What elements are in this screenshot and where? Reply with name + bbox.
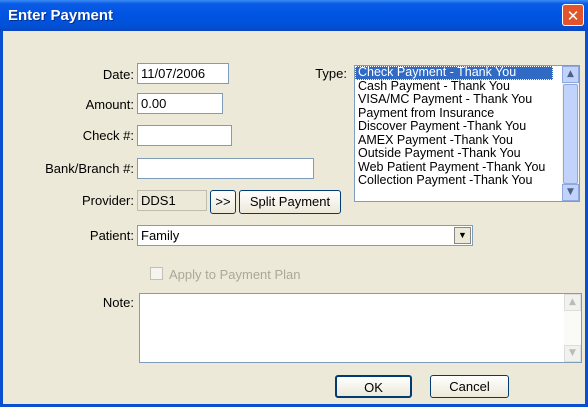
type-list-item[interactable]: VISA/MC Payment - Thank You [355, 93, 553, 107]
apply-plan-label: Apply to Payment Plan [169, 267, 301, 282]
type-label: Type: [315, 66, 347, 81]
type-list-item[interactable]: Discover Payment -Thank You [355, 120, 553, 134]
type-list-item[interactable]: Check Payment - Thank You [355, 66, 553, 80]
note-label: Note: [102, 295, 134, 310]
provider-label: Provider: [81, 193, 134, 208]
patient-value: Family [141, 228, 180, 243]
amount-label: Amount: [85, 97, 134, 112]
type-list-item[interactable]: Payment from Insurance [355, 107, 553, 121]
type-list-item[interactable]: Collection Payment -Thank You [355, 174, 553, 188]
bank-branch-label: Bank/Branch #: [45, 161, 134, 176]
provider-select-button[interactable]: >> [210, 190, 236, 214]
check-number-label: Check #: [82, 128, 134, 143]
type-list-items: Check Payment - Thank You Cash Payment - … [355, 66, 579, 188]
arrow-down-icon[interactable]: ▼ [564, 345, 581, 362]
patient-label: Patient: [89, 228, 134, 243]
scrollbar-thumb[interactable] [563, 84, 578, 184]
arrow-up-icon[interactable]: ▲ [562, 66, 579, 83]
type-list-item[interactable]: Outside Payment -Thank You [355, 147, 553, 161]
type-list-item[interactable]: Web Patient Payment -Thank You [355, 161, 553, 175]
date-label: Date: [102, 67, 134, 82]
date-field[interactable]: 11/07/2006 [137, 63, 229, 84]
note-scrollbar[interactable]: ▲ ▼ [564, 294, 581, 362]
check-number-field[interactable] [137, 125, 232, 146]
apply-plan-checkbox[interactable] [150, 267, 163, 280]
bank-branch-field[interactable] [137, 158, 314, 179]
note-textarea[interactable]: ▲ ▼ [139, 293, 582, 363]
chevron-down-icon[interactable]: ▼ [454, 227, 471, 244]
close-button[interactable]: ✕ [562, 4, 584, 26]
amount-field[interactable]: 0.00 [137, 93, 223, 114]
payment-type-list[interactable]: Check Payment - Thank You Cash Payment - … [354, 65, 580, 202]
type-list-item[interactable]: Cash Payment - Thank You [355, 80, 553, 94]
arrow-up-icon[interactable]: ▲ [564, 294, 581, 311]
title-bar[interactable]: Enter Payment ✕ [0, 0, 588, 31]
patient-select[interactable]: Family ▼ [137, 225, 473, 246]
ok-button[interactable]: OK [335, 375, 412, 398]
provider-field: DDS1 [137, 190, 207, 211]
type-list-item[interactable]: AMEX Payment -Thank You [355, 134, 553, 148]
type-list-scrollbar[interactable]: ▲ ▼ [562, 66, 579, 201]
close-icon: ✕ [566, 7, 580, 25]
arrow-down-icon[interactable]: ▼ [562, 184, 579, 201]
cancel-button[interactable]: Cancel [430, 375, 509, 398]
window-title: Enter Payment [8, 7, 114, 24]
split-payment-button[interactable]: Split Payment [239, 190, 341, 214]
enter-payment-dialog: Enter Payment ✕ Date: 11/07/2006 Amount:… [0, 0, 588, 407]
